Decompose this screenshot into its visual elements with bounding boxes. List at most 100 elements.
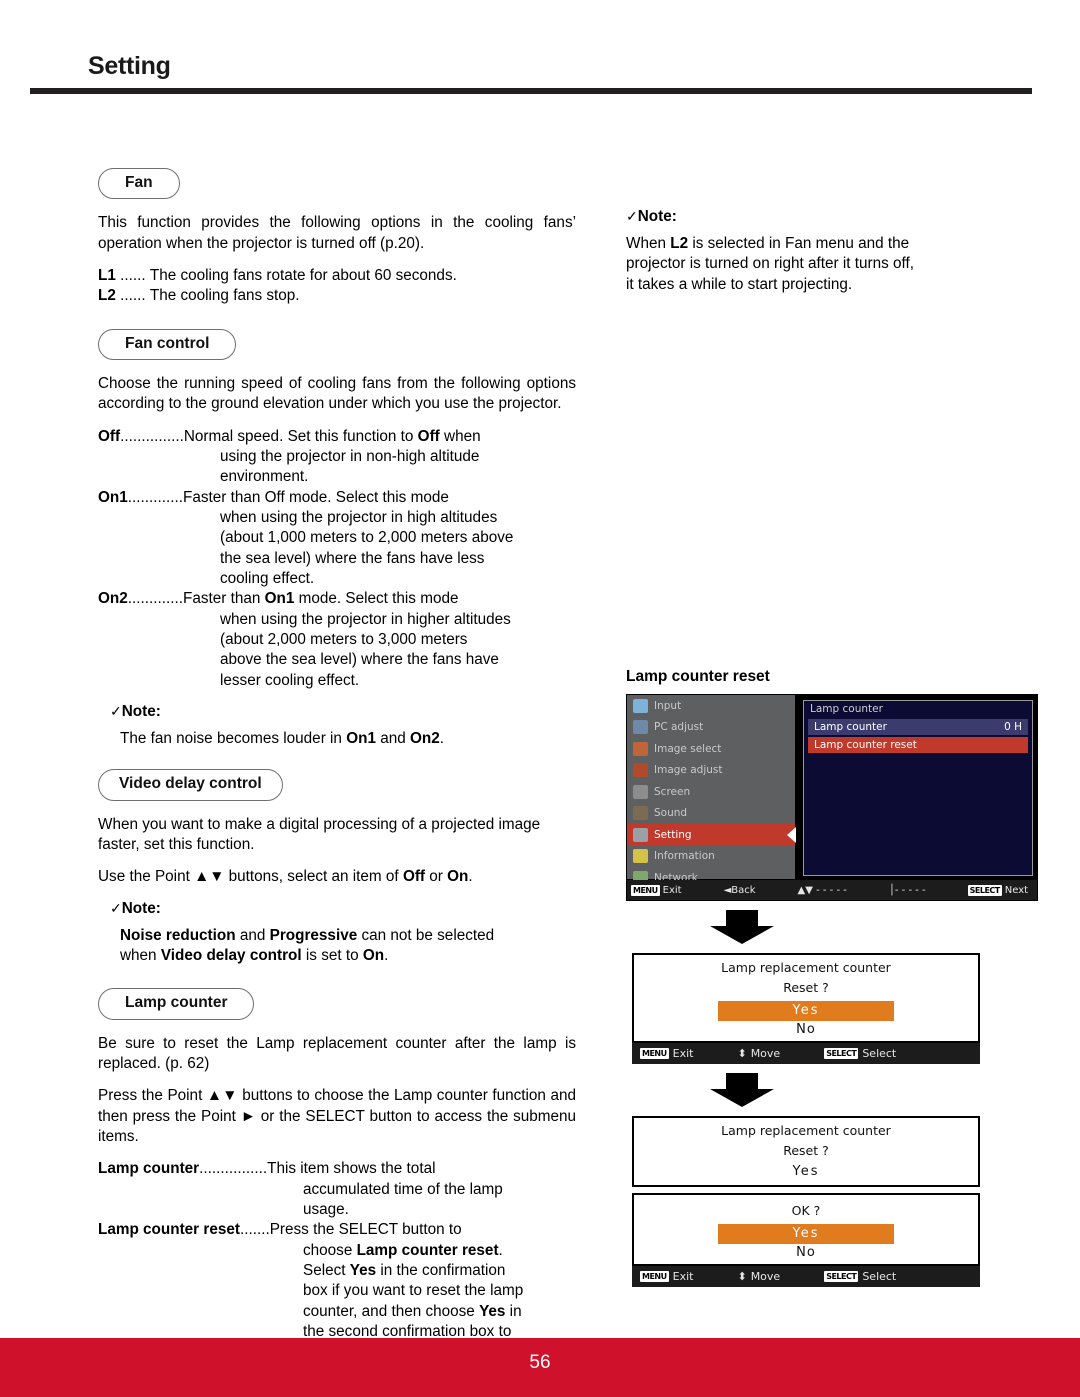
confirm-dialog-3: OK ? Yes No: [632, 1193, 980, 1266]
osd-menu-item-screen[interactable]: Screen: [627, 781, 795, 803]
fan-control-off-def: Normal speed. Set this function to Off w…: [183, 427, 481, 445]
dialog1-exit-control[interactable]: MENU Exit: [640, 1047, 693, 1060]
osd-menu-label: PC adjust: [654, 721, 704, 734]
page-title: Setting: [88, 52, 171, 80]
osd-menu-item-sound[interactable]: Sound: [627, 803, 795, 825]
osd-move-horizontal-label: │- - - - -: [888, 884, 926, 896]
information-icon: [633, 849, 648, 864]
right-note-line-2: projector is turned on right after it tu…: [626, 255, 914, 273]
fan-control-on1-cont-4: cooling effect.: [220, 570, 315, 587]
input-icon: [633, 698, 648, 713]
lamp-counter-reset-figure: Lamp counter reset Input PC adjust Image…: [626, 668, 1046, 1287]
figure-heading-lamp-counter-reset: Lamp counter reset: [626, 668, 770, 685]
osd-menu-item-image-select[interactable]: Image select: [627, 738, 795, 760]
fan-l2-def: The cooling fans stop.: [149, 287, 300, 305]
section-heading-lamp-counter: Lamp counter: [98, 988, 255, 1020]
fan-control-on1-term: On1: [98, 488, 128, 506]
point-arrows-icon: ▲▼: [206, 1087, 238, 1105]
dialog2-yes-button[interactable]: Yes: [718, 1162, 894, 1185]
osd-next-control[interactable]: SELECT Next: [967, 884, 1029, 896]
osd-menu-label: Image adjust: [654, 764, 723, 777]
section-heading-video-delay-control: Video delay control: [98, 769, 283, 801]
osd-menu-item-input[interactable]: Input: [627, 695, 795, 717]
osd-menu-item-image-adjust[interactable]: Image adjust: [627, 760, 795, 782]
osd-menu-item-setting[interactable]: Setting: [627, 824, 796, 846]
check-icon: ✓: [110, 703, 122, 720]
dialog2-line2: Reset ?: [783, 1143, 829, 1158]
fan-l2-row: L2 ...... The cooling fans stop.: [98, 286, 576, 306]
fan-control-on2-row: On2 ............. Faster than On1 mode. …: [98, 589, 576, 609]
osd-status-bar: MENU Exit ◄Back ▲▼ - - - - - │- - - - - S…: [627, 880, 1037, 900]
fan-l1-dots: ......: [115, 266, 150, 284]
dialog1-move-control: ⬍ Move: [737, 1047, 780, 1060]
osd-exit-control[interactable]: MENU Exit: [631, 884, 682, 896]
section-heading-fan: Fan: [98, 168, 180, 200]
setting-icon: [633, 827, 648, 842]
lamp-counter-reset-cont-4: counter, and then choose Yes in: [303, 1302, 522, 1320]
osd-menu-item-information[interactable]: Information: [627, 846, 795, 868]
confirm-dialog-1: Lamp replacement counter Reset ? Yes No: [632, 953, 980, 1043]
dialog1-yes-button[interactable]: Yes: [718, 1001, 894, 1021]
osd-back-label: ◄Back: [723, 884, 756, 896]
point-right-icon: ►: [240, 1107, 256, 1125]
lamp-counter-item-dots: ................: [199, 1160, 268, 1178]
dialog2-line1: Lamp replacement counter: [721, 1123, 891, 1138]
menu-key-icon: MENU: [631, 884, 660, 896]
fan-l2-dots: ......: [115, 287, 150, 305]
dialog3-no-button[interactable]: No: [718, 1244, 894, 1264]
dialog1-move-label: Move: [750, 1047, 781, 1060]
fan-control-on2-term: On2: [98, 590, 128, 608]
dialog1-select-control[interactable]: SELECT Select: [824, 1047, 896, 1060]
fan-control-off-dots: ...............: [120, 427, 184, 445]
fan-control-on1-cont-3: the sea level) where the fans have less: [220, 549, 485, 567]
osd-row-value: 0 H: [1004, 721, 1022, 733]
screen-icon: [633, 784, 648, 799]
fan-l1-row: L1 ...... The cooling fans rotate for ab…: [98, 266, 576, 286]
page-number: 56: [529, 1352, 551, 1373]
osd-row-label: Lamp counter reset: [814, 739, 917, 751]
fan-control-on2-cont-1: when using the projector in higher altit…: [220, 610, 511, 628]
osd-menu-item-pc-adjust[interactable]: PC adjust: [627, 717, 795, 739]
check-icon: ✓: [110, 899, 122, 916]
select-key-icon: SELECT: [967, 884, 1002, 896]
dialog3-move-control: ⬍ Move: [737, 1270, 780, 1283]
move-updown-icon: ⬍: [737, 1270, 747, 1283]
fan-control-on2-cont-3: above the sea level) where the fans have: [220, 651, 499, 669]
point-arrows-icon: ▲▼: [194, 868, 225, 886]
right-column: ✓Note: When L2 is selected in Fan menu a…: [626, 208, 1038, 295]
lamp-counter-reset-row: Lamp counter reset ....... Press the SEL…: [98, 1220, 576, 1240]
lamp-counter-item-row: Lamp counter ................ This item …: [98, 1159, 576, 1179]
dialog3-status-bar: MENU Exit ⬍ Move SELECT Select: [632, 1266, 980, 1287]
fan-control-off-row: Off ............... Normal speed. Set th…: [98, 427, 576, 447]
fan-control-off-cont-1: using the projector in non-high altitude: [220, 447, 480, 465]
dialog1-exit-label: Exit: [672, 1047, 694, 1060]
section-heading-fan-control: Fan control: [98, 328, 237, 360]
osd-menu-label: Information: [654, 850, 715, 863]
selection-arrow-icon: [787, 826, 796, 843]
dialog3-yes-button[interactable]: Yes: [718, 1224, 894, 1244]
footer-rule: [0, 1338, 1080, 1345]
osd-next-label: Next: [1004, 884, 1029, 896]
lamp-counter-item-term: Lamp counter: [98, 1160, 200, 1178]
fan-control-off-cont-2: environment.: [220, 468, 309, 486]
pc-adjust-icon: [633, 720, 648, 735]
osd-menu-label: Setting: [654, 828, 692, 841]
dialog1-status-bar: MENU Exit ⬍ Move SELECT Select: [632, 1043, 980, 1064]
dialog1-no-button[interactable]: No: [718, 1021, 894, 1041]
fan-control-on1-dots: .............: [127, 488, 183, 506]
lamp-counter-reset-cont-1: choose Lamp counter reset.: [303, 1241, 503, 1259]
fan-l2-term: L2: [98, 287, 116, 305]
select-key-icon: SELECT: [824, 1271, 859, 1282]
osd-row-label: Lamp counter: [814, 721, 887, 733]
osd-menu-label: Input: [654, 699, 682, 712]
move-updown-icon: ⬍: [737, 1047, 747, 1060]
left-column: Fan This function provides the following…: [98, 168, 576, 1363]
dialog3-select-control[interactable]: SELECT Select: [824, 1270, 896, 1283]
fan-control-on2-def: Faster than On1 mode. Select this mode: [183, 590, 459, 608]
dialog3-exit-label: Exit: [672, 1270, 694, 1283]
osd-menu-label: Image select: [654, 742, 722, 755]
osd-row-lamp-counter[interactable]: Lamp counter 0 H: [808, 719, 1028, 735]
osd-row-lamp-counter-reset[interactable]: Lamp counter reset: [808, 737, 1028, 753]
dialog1-line2: Reset ?: [783, 980, 829, 995]
dialog3-exit-control[interactable]: MENU Exit: [640, 1270, 693, 1283]
